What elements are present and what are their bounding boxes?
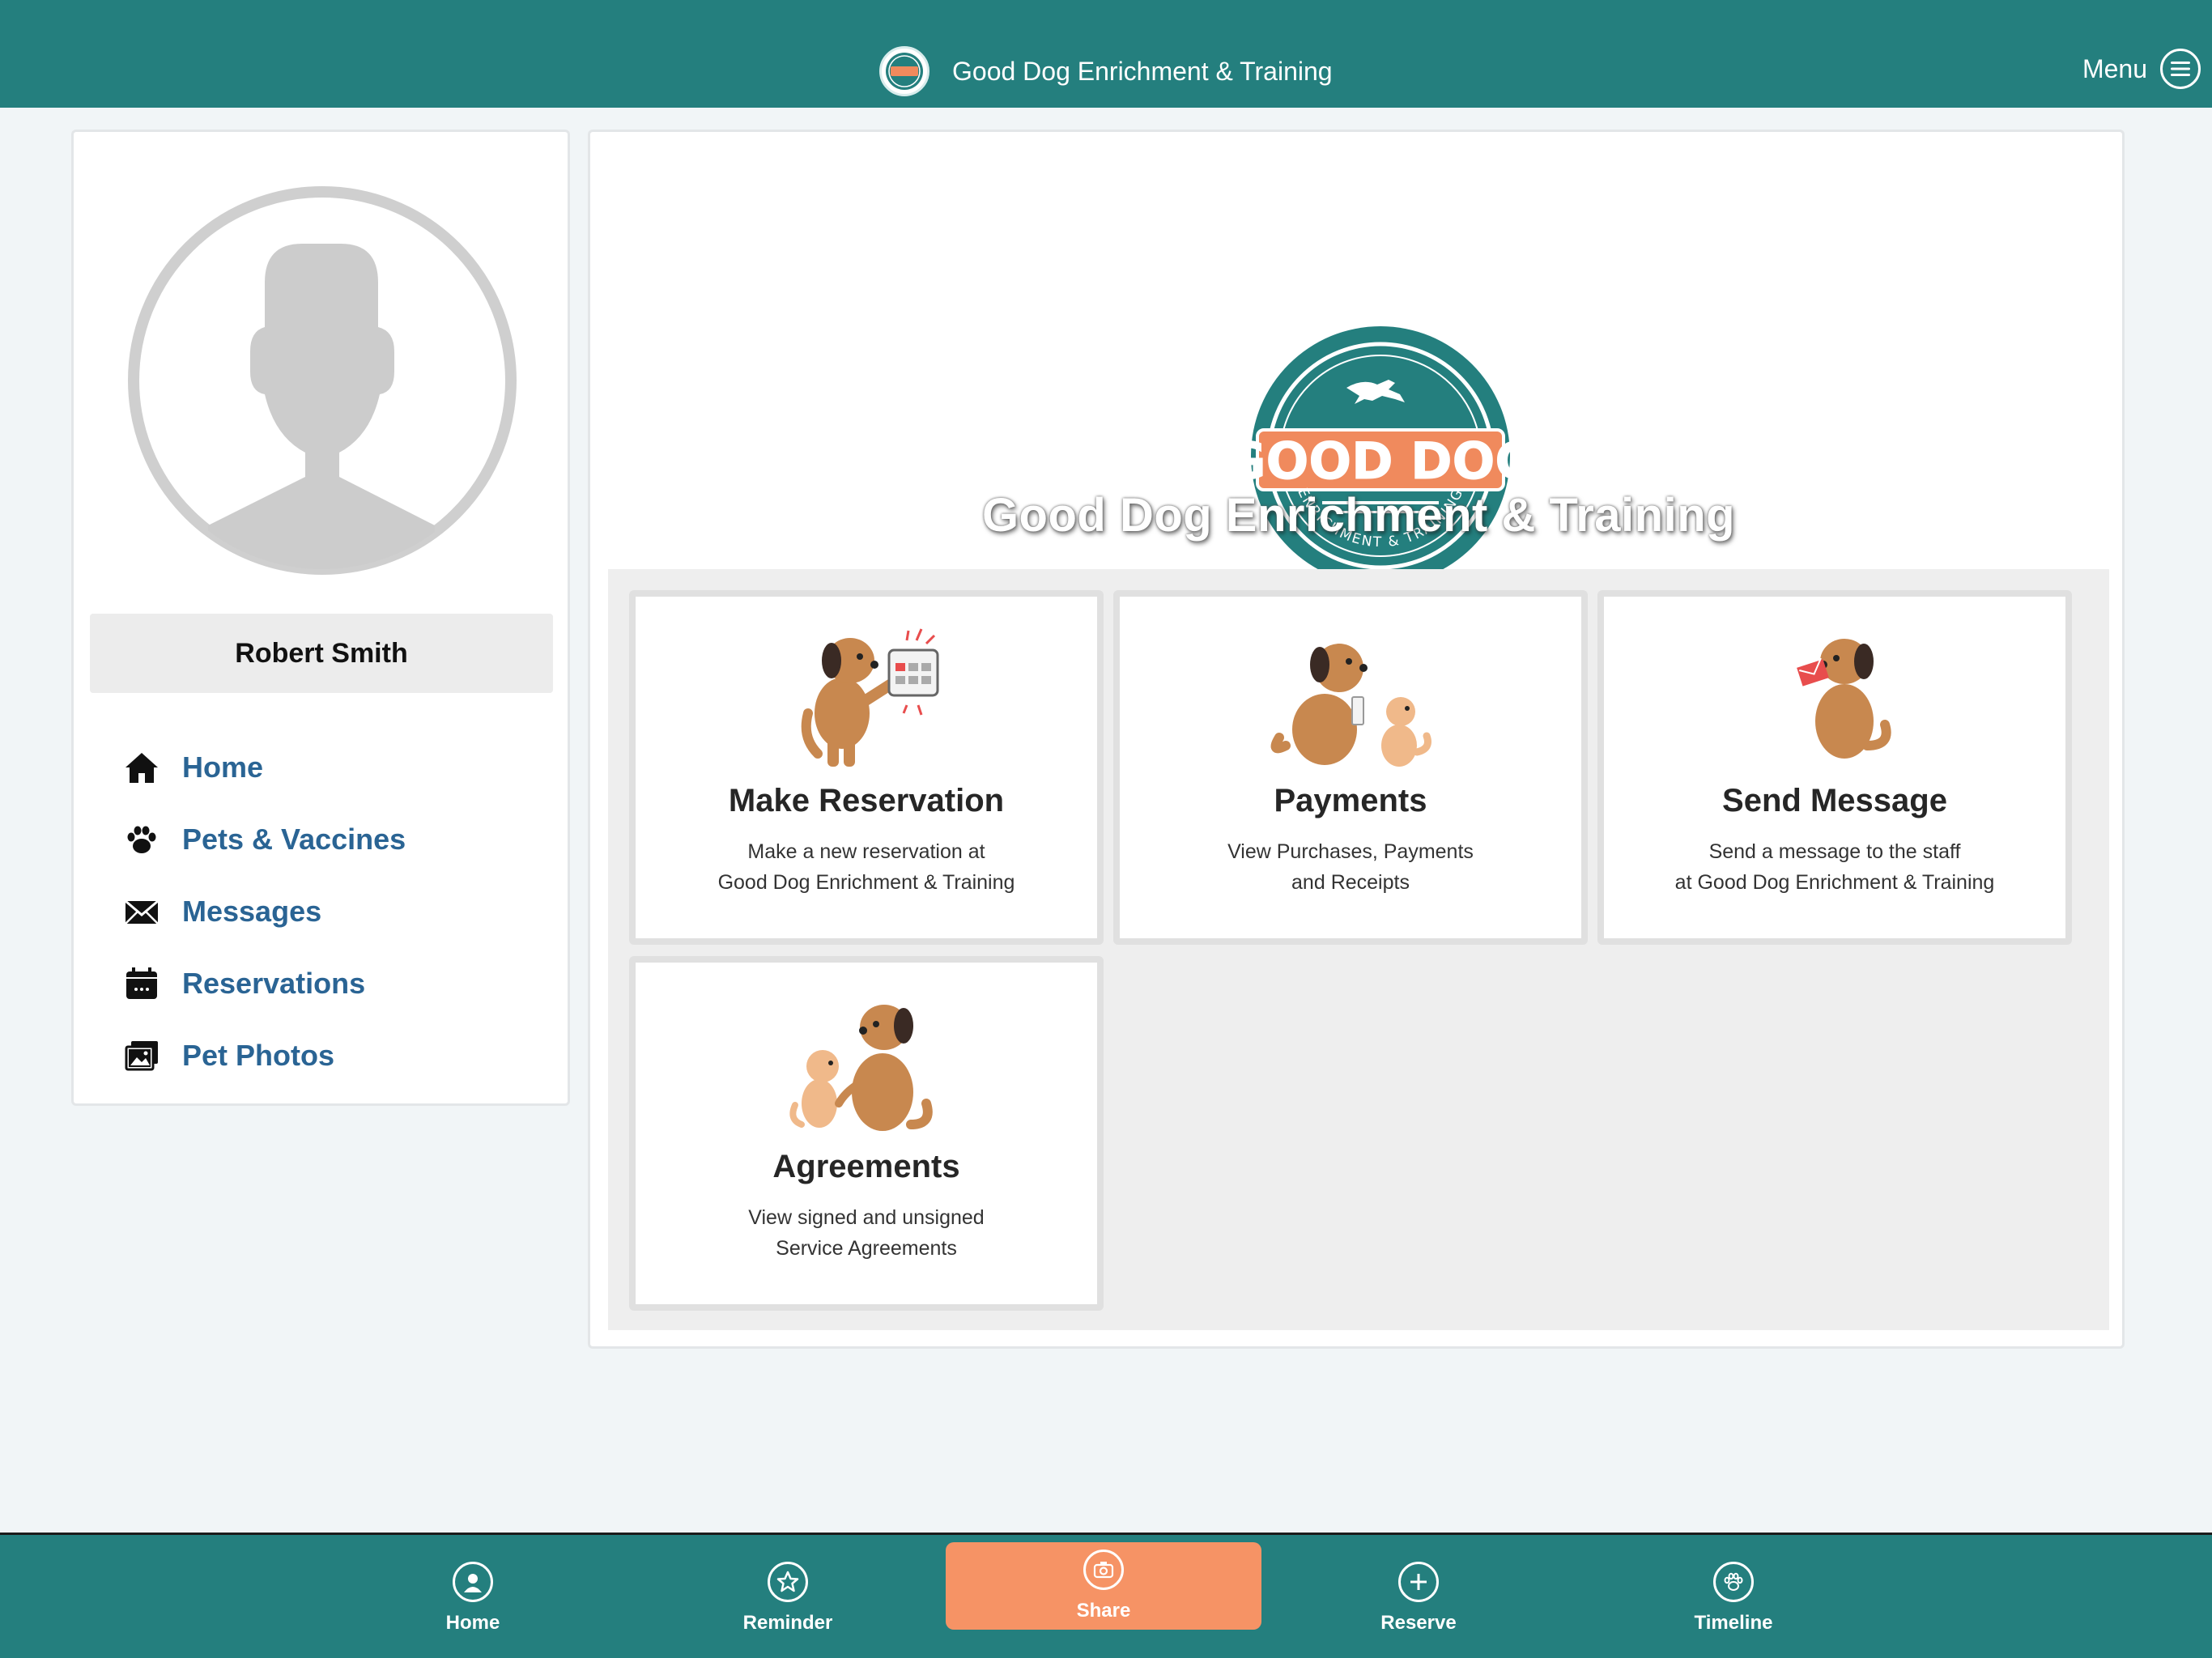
- sidebar-item-reservations[interactable]: Reservations: [122, 947, 406, 1019]
- tile-description: View signed and unsigned Service Agreeme…: [660, 1202, 1073, 1264]
- tile-title: Send Message: [1722, 783, 1947, 818]
- user-circle-icon: [453, 1561, 493, 1602]
- tile-description-line: Service Agreements: [776, 1237, 957, 1260]
- sidebar-nav: Home Pets & Vaccines Messages Reservatio…: [122, 731, 406, 1091]
- logo-text: GOOD DOG: [1249, 432, 1512, 491]
- tab-home[interactable]: Home: [315, 1535, 631, 1658]
- tile-description-line: Good Dog Enrichment & Training: [717, 871, 1015, 894]
- bottom-tab-bar: Home Reminder Share Reserve Timeline: [0, 1533, 2212, 1658]
- app-title: Good Dog Enrichment & Training: [952, 56, 1333, 86]
- user-name: Robert Smith: [90, 614, 553, 693]
- tab-label: Reminder: [742, 1611, 833, 1634]
- sidebar-item-pets-vaccines[interactable]: Pets & Vaccines: [122, 803, 406, 875]
- tile-description: Make a new reservation at Good Dog Enric…: [660, 836, 1073, 898]
- tab-reminder[interactable]: Reminder: [630, 1535, 946, 1658]
- dog-cat-illustration: [636, 982, 1097, 1136]
- tile-title: Make Reservation: [728, 783, 1005, 818]
- tile-description: View Purchases, Payments and Receipts: [1144, 836, 1557, 898]
- plus-icon: [1398, 1561, 1439, 1602]
- tile-description-line: and Receipts: [1291, 871, 1410, 894]
- dog-calendar-illustration: [636, 616, 1097, 770]
- sidebar-item-label: Messages: [182, 894, 322, 928]
- business-logo: GOOD DOG ENRICHMENT & TRAINING: [1224, 325, 1537, 587]
- tile-description-line: View signed and unsigned: [748, 1206, 985, 1229]
- profile-card: Robert Smith Home Pets & Vaccines Messag…: [71, 130, 570, 1106]
- sidebar-item-label: Pets & Vaccines: [182, 822, 406, 856]
- tile-description-line: Make a new reservation at: [747, 840, 985, 863]
- brand-logo: [879, 46, 929, 96]
- camera-icon: [1083, 1550, 1124, 1590]
- tab-timeline[interactable]: Timeline: [1576, 1535, 1891, 1658]
- star-icon: [768, 1561, 808, 1602]
- tile-description-line: Send a message to the staff: [1708, 840, 1961, 863]
- business-title: Good Dog Enrichment & Training: [981, 489, 1736, 542]
- avatar[interactable]: [127, 185, 517, 576]
- menu-label: Menu: [2082, 53, 2147, 83]
- agreements-tile[interactable]: Agreements View signed and unsigned Serv…: [629, 956, 1104, 1311]
- tile-description-line: at Good Dog Enrichment & Training: [1674, 871, 1995, 894]
- tab-label: Reserve: [1380, 1611, 1457, 1634]
- envelope-icon: [122, 892, 161, 931]
- sidebar-item-messages[interactable]: Messages: [122, 875, 406, 947]
- paw-icon: [122, 820, 161, 859]
- tab-label: Share: [1076, 1600, 1131, 1622]
- tile-description: Send a message to the staff at Good Dog …: [1628, 836, 2041, 898]
- tab-reserve[interactable]: Reserve: [1261, 1535, 1576, 1658]
- tab-label: Timeline: [1694, 1611, 1773, 1634]
- sidebar-item-label: Reservations: [182, 966, 366, 1000]
- tile-title: Payments: [1274, 783, 1427, 818]
- tile-description-line: View Purchases, Payments: [1227, 840, 1474, 863]
- menu-button[interactable]: Menu: [2082, 49, 2201, 89]
- dog-letter-illustration: [1604, 616, 2065, 770]
- tile-title: Agreements: [772, 1149, 960, 1184]
- send-message-tile[interactable]: Send Message Send a message to the staff…: [1597, 590, 2072, 945]
- paw-icon: [1713, 1561, 1754, 1602]
- sidebar-item-label: Pet Photos: [182, 1038, 335, 1072]
- calendar-icon: [122, 964, 161, 1003]
- sidebar-item-label: Home: [182, 750, 264, 784]
- sidebar-item-pet-photos[interactable]: Pet Photos: [122, 1019, 406, 1091]
- hamburger-icon: [2160, 49, 2201, 89]
- action-grid: Make Reservation Make a new reservation …: [608, 569, 2109, 1330]
- home-icon: [122, 748, 161, 787]
- main-panel: GOOD DOG ENRICHMENT & TRAINING Good Dog …: [588, 130, 2125, 1349]
- sidebar-item-home[interactable]: Home: [122, 731, 406, 803]
- payments-tile[interactable]: Payments View Purchases, Payments and Re…: [1113, 590, 1588, 945]
- make-reservation-tile[interactable]: Make Reservation Make a new reservation …: [629, 590, 1104, 945]
- brand[interactable]: Good Dog Enrichment & Training: [879, 45, 1333, 97]
- tab-share[interactable]: Share: [946, 1542, 1261, 1630]
- tab-label: Home: [445, 1611, 500, 1634]
- top-bar: Good Dog Enrichment & Training Menu: [0, 0, 2212, 108]
- dog-payment-illustration: [1120, 616, 1581, 770]
- photos-icon: [122, 1036, 161, 1075]
